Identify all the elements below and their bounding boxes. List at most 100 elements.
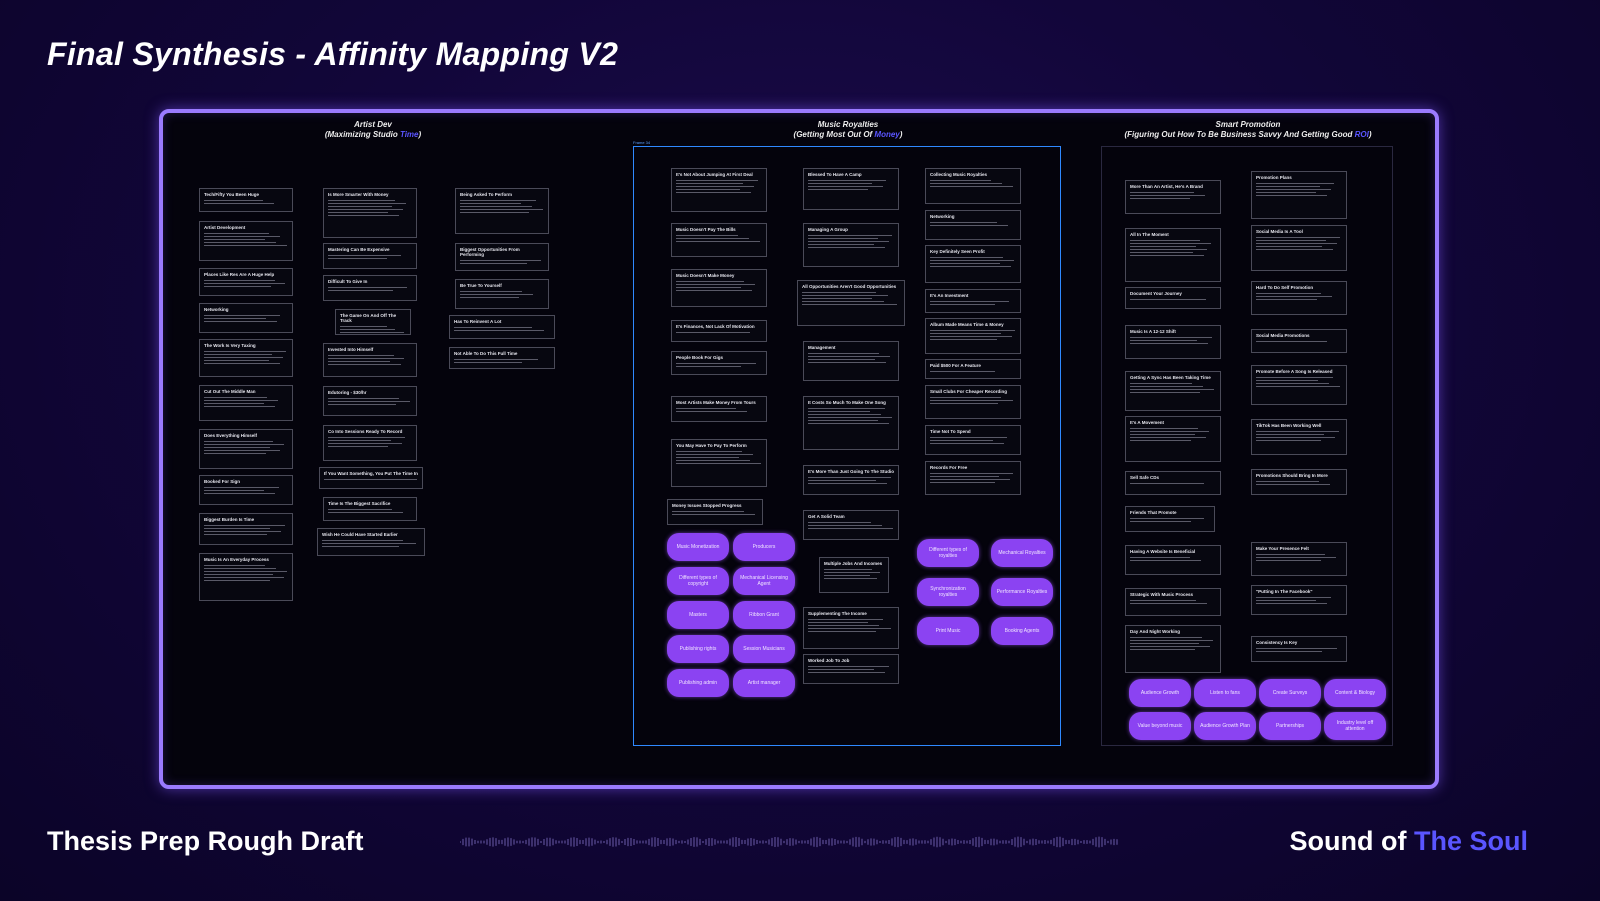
category-tag-pill[interactable]: Ribbon Grant <box>733 601 795 629</box>
category-tag-pill[interactable]: Create Surveys <box>1259 679 1321 707</box>
sticky-note[interactable]: Small Clubs For Cheaper Recording <box>925 385 1021 419</box>
sticky-note[interactable]: Key Definitely Seen Profit <box>925 245 1021 283</box>
sticky-note[interactable]: Album Made Means Time & Money <box>925 318 1021 354</box>
sticky-note[interactable]: Being Asked To Perform <box>455 188 549 234</box>
sticky-note[interactable]: Consistency Is Key <box>1251 636 1347 662</box>
category-tag-pill[interactable]: Value beyond music <box>1129 712 1191 740</box>
category-tag-pill[interactable]: Audience Growth Plan <box>1194 712 1256 740</box>
sticky-note[interactable]: Day And Night Working <box>1125 625 1221 673</box>
sticky-note[interactable]: Music Is An Everyday Process <box>199 553 293 601</box>
sticky-note[interactable]: Music Doesn't Pay The Bills <box>671 223 767 257</box>
sticky-note[interactable]: The Work Is Very Taxing <box>199 339 293 377</box>
note-text-line <box>328 255 402 256</box>
sticky-note[interactable]: Does Everything Himself <box>199 429 293 469</box>
sticky-note[interactable]: Friends That Promote <box>1125 506 1215 532</box>
category-tag-pill[interactable]: Different types of copyright <box>667 567 729 595</box>
sticky-note[interactable]: Be True To Yourself <box>455 279 549 309</box>
sticky-note[interactable]: More Than An Artist, He's A Brand <box>1125 180 1221 214</box>
sticky-note[interactable]: Promotion Plans <box>1251 171 1347 219</box>
sticky-note[interactable]: Managing A Group <box>803 223 899 267</box>
sticky-note[interactable]: Multiple Jobs And Incomes <box>819 557 889 593</box>
sticky-note[interactable]: Promotions Should Bring In More <box>1251 469 1347 495</box>
sticky-note[interactable]: Records For Free <box>925 461 1021 495</box>
sticky-note[interactable]: Networking <box>925 210 1021 240</box>
category-tag-pill[interactable]: Partnerships <box>1259 712 1321 740</box>
sticky-note[interactable]: Music Is A 12-12 Shift <box>1125 325 1221 359</box>
category-tag-pill[interactable]: Content & Biology <box>1324 679 1386 707</box>
category-tag-pill[interactable]: Performance Royalties <box>991 578 1053 606</box>
category-tag-pill[interactable]: Print Music <box>917 617 979 645</box>
sticky-note[interactable]: Document Your Journey <box>1125 287 1221 309</box>
sticky-note[interactable]: Worked Job To Job <box>803 654 899 684</box>
sticky-note[interactable]: Promote Before A Song Is Released <box>1251 365 1347 405</box>
sticky-note[interactable]: Having A Website Is Beneficial <box>1125 545 1221 575</box>
sticky-note[interactable]: If You Want Something, You Put The Time … <box>319 467 423 489</box>
sticky-note[interactable]: Is More Smarter With Money <box>323 188 417 238</box>
category-tag-pill[interactable]: Mechanical Licensing Agent <box>733 567 795 595</box>
sticky-note[interactable]: It's A Movement <box>1125 416 1221 462</box>
sticky-note[interactable]: Networking <box>199 303 293 333</box>
category-tag-pill[interactable]: Audience Growth <box>1129 679 1191 707</box>
sticky-note[interactable]: Mastering Can Be Expensive <box>323 243 417 269</box>
sticky-note[interactable]: Supplementing The Income <box>803 607 899 649</box>
category-tag-pill[interactable]: Different types of royalties <box>917 539 979 567</box>
category-tag-pill[interactable]: Booking Agents <box>991 617 1053 645</box>
sticky-note[interactable]: Music Doesn't Make Money <box>671 269 767 307</box>
sticky-note[interactable]: You May Have To Pay To Perform <box>671 439 767 487</box>
sticky-note[interactable]: All Opportunities Aren't Good Opportunit… <box>797 280 905 326</box>
category-tag-pill[interactable]: Mechanical Royalties <box>991 539 1053 567</box>
sticky-note[interactable]: Social Media Is A Tool <box>1251 225 1347 271</box>
sticky-note[interactable]: Money Issues Stopped Progress <box>667 499 763 525</box>
sticky-note[interactable]: Biggest Burden Is Time <box>199 513 293 545</box>
sticky-note[interactable]: The Game On And Off The Track <box>335 309 411 335</box>
sticky-note[interactable]: Hard To Do Self Promotion <box>1251 281 1347 315</box>
sticky-note[interactable]: Sell Safe CDs <box>1125 471 1221 495</box>
sticky-note[interactable]: Places Like Res Are A Huge Help <box>199 268 293 296</box>
sticky-note[interactable]: Wish He Could Have Started Earlier <box>317 528 425 556</box>
category-tag-pill[interactable]: Masters <box>667 601 729 629</box>
sticky-note[interactable]: Co Into Sessions Ready To Record <box>323 425 417 461</box>
sticky-note[interactable]: Social Media Promotions <box>1251 329 1347 353</box>
sticky-note[interactable]: Time Is The Biggest Sacrifice <box>323 497 417 521</box>
sticky-note[interactable]: Has To Reinvent A Lot <box>449 315 555 339</box>
sticky-note[interactable]: TikTok Has Been Working Well <box>1251 419 1347 455</box>
sticky-note[interactable]: It's Finances, Not Lack Of Motivation <box>671 320 767 342</box>
sticky-note[interactable]: It's More Than Just Going To The Studio <box>803 465 899 495</box>
category-tag-pill[interactable]: Synchronization royalties <box>917 578 979 606</box>
category-tag-pill[interactable]: Session Musicians <box>733 635 795 663</box>
category-tag-pill[interactable]: Producers <box>733 533 795 561</box>
category-tag-pill[interactable]: Music Monetization <box>667 533 729 561</box>
category-tag-pill[interactable]: Publishing admin <box>667 669 729 697</box>
sticky-note[interactable]: Invested Into Himself <box>323 343 417 377</box>
sticky-note[interactable]: Paid $500 For A Feature <box>925 359 1021 379</box>
sticky-note[interactable]: Artist Development <box>199 221 293 261</box>
sticky-note[interactable]: Biggest Opportunities From Performing <box>455 243 549 271</box>
sticky-note[interactable]: Cut Out The Middle Man <box>199 385 293 421</box>
sticky-note[interactable]: Make Your Presence Felt <box>1251 542 1347 576</box>
category-tag-pill[interactable]: Artist manager <box>733 669 795 697</box>
sticky-note[interactable]: "Putting In The Facebook" <box>1251 585 1347 615</box>
sticky-note[interactable]: Edutoring - $30/hr <box>323 386 417 416</box>
sticky-note[interactable]: It Costs So Much To Make One Song <box>803 396 899 450</box>
sticky-note[interactable]: Blessed To Have A Camp <box>803 168 899 210</box>
sticky-note[interactable]: It's An Investment <box>925 289 1021 313</box>
category-tag-pill[interactable]: Listen to fans <box>1194 679 1256 707</box>
sticky-note[interactable]: Booked For Sign <box>199 475 293 505</box>
sticky-note[interactable]: Tech/Fifty You Been Huge <box>199 188 293 212</box>
note-text-line <box>1256 189 1331 190</box>
sticky-note[interactable]: Getting A Sync Has Been Taking Time <box>1125 371 1221 411</box>
category-tag-pill[interactable]: Industry level off attention <box>1324 712 1386 740</box>
sticky-note[interactable]: Collecting Music Royalties <box>925 168 1021 204</box>
sticky-note[interactable]: Most Artists Make Money From Tours <box>671 396 767 422</box>
sticky-note[interactable]: All In The Moment <box>1125 228 1221 282</box>
note-text-line <box>808 235 893 236</box>
category-tag-pill[interactable]: Publishing rights <box>667 635 729 663</box>
sticky-note[interactable]: Get A Solid Team <box>803 510 899 540</box>
sticky-note[interactable]: Strategic With Music Process <box>1125 588 1221 616</box>
sticky-note[interactable]: People Book For Gigs <box>671 351 767 375</box>
sticky-note[interactable]: Difficult To Give In <box>323 275 417 301</box>
sticky-note[interactable]: It's Not About Jumping At First Deal <box>671 168 767 212</box>
sticky-note[interactable]: Time Not To Spend <box>925 425 1021 455</box>
sticky-note[interactable]: Not Able To Do This Full Time <box>449 347 555 369</box>
sticky-note[interactable]: Management <box>803 341 899 381</box>
